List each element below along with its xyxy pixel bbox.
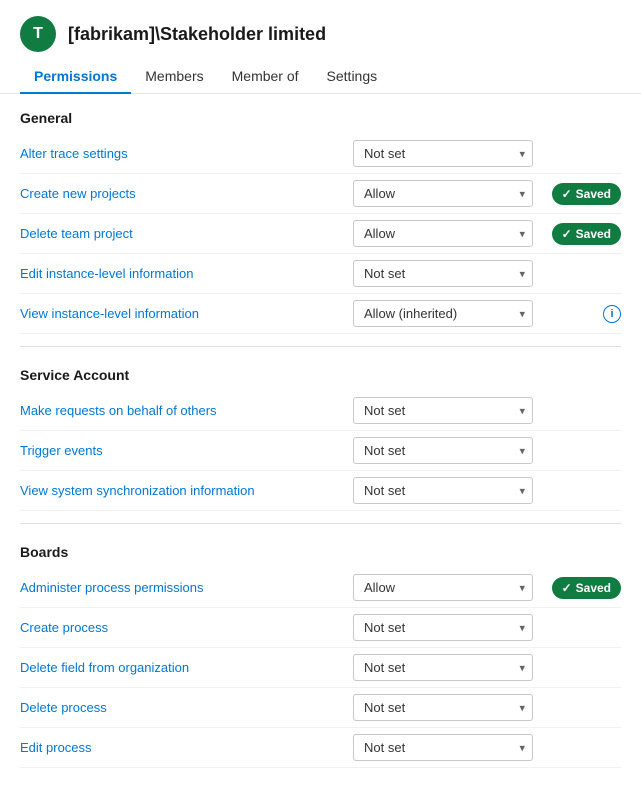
- permission-select-wrapper: Not setAllowDenyAllow (inherited)Deny (i…: [353, 574, 533, 601]
- permission-select-wrapper: Not setAllowDenyAllow (inherited)Deny (i…: [353, 300, 533, 327]
- row-action: ✓ Saved: [541, 183, 621, 205]
- permission-select-wrapper: Not setAllowDenyAllow (inherited)Deny (i…: [353, 180, 533, 207]
- permission-select[interactable]: Not setAllowDenyAllow (inherited)Deny (i…: [353, 734, 533, 761]
- section-general: General Alter trace settings Not setAllowD…: [20, 110, 621, 347]
- permission-select[interactable]: Not setAllowDenyAllow (inherited)Deny (i…: [353, 614, 533, 641]
- permission-label[interactable]: Delete team project: [20, 226, 345, 241]
- saved-label: Saved: [576, 581, 611, 595]
- permission-select-wrapper: Not setAllowDenyAllow (inherited)Deny (i…: [353, 614, 533, 641]
- nav-tabs: PermissionsMembersMember ofSettings: [0, 60, 641, 94]
- permission-label[interactable]: Edit process: [20, 740, 345, 755]
- saved-badge: ✓ Saved: [552, 223, 621, 245]
- info-icon[interactable]: i: [603, 305, 621, 323]
- saved-badge: ✓ Saved: [552, 577, 621, 599]
- avatar: T: [20, 16, 56, 52]
- permission-select[interactable]: Not setAllowDenyAllow (inherited)Deny (i…: [353, 180, 533, 207]
- permission-label[interactable]: View instance-level information: [20, 306, 345, 321]
- section-title: General: [20, 110, 621, 126]
- permission-row: Edit instance-level information Not setAl…: [20, 254, 621, 294]
- permission-select-wrapper: Not setAllowDenyAllow (inherited)Deny (i…: [353, 437, 533, 464]
- permission-select[interactable]: Not setAllowDenyAllow (inherited)Deny (i…: [353, 140, 533, 167]
- permission-label[interactable]: Create process: [20, 620, 345, 635]
- tab-member-of[interactable]: Member of: [218, 60, 313, 94]
- check-icon: ✓: [562, 187, 572, 201]
- permission-row: Trigger events Not setAllowDenyAllow (inh…: [20, 431, 621, 471]
- main-content: General Alter trace settings Not setAllowD…: [0, 94, 641, 804]
- page-title: [fabrikam]\Stakeholder limited: [68, 24, 326, 45]
- tab-permissions[interactable]: Permissions: [20, 60, 131, 94]
- tab-members[interactable]: Members: [131, 60, 217, 94]
- permission-row: Edit process Not setAllowDenyAllow (inher…: [20, 728, 621, 768]
- tab-settings[interactable]: Settings: [313, 60, 392, 94]
- permission-select-wrapper: Not setAllowDenyAllow (inherited)Deny (i…: [353, 140, 533, 167]
- permission-select-wrapper: Not setAllowDenyAllow (inherited)Deny (i…: [353, 694, 533, 721]
- permission-select[interactable]: Not setAllowDenyAllow (inherited)Deny (i…: [353, 260, 533, 287]
- permission-label[interactable]: Trigger events: [20, 443, 345, 458]
- permission-label[interactable]: Delete field from organization: [20, 660, 345, 675]
- permission-row: Create process Not setAllowDenyAllow (inh…: [20, 608, 621, 648]
- permission-select[interactable]: Not setAllowDenyAllow (inherited)Deny (i…: [353, 694, 533, 721]
- permission-select-wrapper: Not setAllowDenyAllow (inherited)Deny (i…: [353, 654, 533, 681]
- section-divider: [20, 346, 621, 347]
- permission-row: Create new projects Not setAllowDenyAllow…: [20, 174, 621, 214]
- row-action: i: [541, 305, 621, 323]
- row-action: ✓ Saved: [541, 577, 621, 599]
- permission-select[interactable]: Not setAllowDenyAllow (inherited)Deny (i…: [353, 220, 533, 247]
- permission-row: View system synchronization information N…: [20, 471, 621, 511]
- permission-select-wrapper: Not setAllowDenyAllow (inherited)Deny (i…: [353, 220, 533, 247]
- permission-row: Delete team project Not setAllowDenyAllow…: [20, 214, 621, 254]
- permission-select[interactable]: Not setAllowDenyAllow (inherited)Deny (i…: [353, 574, 533, 601]
- permission-row: Make requests on behalf of others Not set…: [20, 391, 621, 431]
- permission-label[interactable]: Create new projects: [20, 186, 345, 201]
- saved-label: Saved: [576, 187, 611, 201]
- permission-label[interactable]: Administer process permissions: [20, 580, 345, 595]
- permission-row: Delete field from organization Not setAll…: [20, 648, 621, 688]
- permission-select-wrapper: Not setAllowDenyAllow (inherited)Deny (i…: [353, 734, 533, 761]
- saved-label: Saved: [576, 227, 611, 241]
- permission-select[interactable]: Not setAllowDenyAllow (inherited)Deny (i…: [353, 477, 533, 504]
- permission-select[interactable]: Not setAllowDenyAllow (inherited)Deny (i…: [353, 397, 533, 424]
- permission-row: View instance-level information Not setAl…: [20, 294, 621, 334]
- permission-select-wrapper: Not setAllowDenyAllow (inherited)Deny (i…: [353, 260, 533, 287]
- section-divider: [20, 523, 621, 524]
- section-title: Service Account: [20, 367, 621, 383]
- permission-row: Delete process Not setAllowDenyAllow (inh…: [20, 688, 621, 728]
- check-icon: ✓: [562, 581, 572, 595]
- permission-select[interactable]: Not setAllowDenyAllow (inherited)Deny (i…: [353, 437, 533, 464]
- check-icon: ✓: [562, 227, 572, 241]
- permission-select[interactable]: Not setAllowDenyAllow (inherited)Deny (i…: [353, 654, 533, 681]
- row-action: ✓ Saved: [541, 223, 621, 245]
- section-title: Boards: [20, 544, 621, 560]
- permission-row: Administer process permissions Not setAll…: [20, 568, 621, 608]
- permission-label[interactable]: View system synchronization information: [20, 483, 345, 498]
- permission-select-wrapper: Not setAllowDenyAllow (inherited)Deny (i…: [353, 397, 533, 424]
- section-boards: Boards Administer process permissions Not …: [20, 544, 621, 768]
- permission-select[interactable]: Not setAllowDenyAllow (inherited)Deny (i…: [353, 300, 533, 327]
- permission-row: Alter trace settings Not setAllowDenyAllo…: [20, 134, 621, 174]
- page-header: T [fabrikam]\Stakeholder limited: [0, 0, 641, 60]
- permission-label[interactable]: Edit instance-level information: [20, 266, 345, 281]
- saved-badge: ✓ Saved: [552, 183, 621, 205]
- permission-label[interactable]: Alter trace settings: [20, 146, 345, 161]
- permission-select-wrapper: Not setAllowDenyAllow (inherited)Deny (i…: [353, 477, 533, 504]
- section-service-account: Service Account Make requests on behalf o…: [20, 367, 621, 524]
- permission-label[interactable]: Make requests on behalf of others: [20, 403, 345, 418]
- permission-label[interactable]: Delete process: [20, 700, 345, 715]
